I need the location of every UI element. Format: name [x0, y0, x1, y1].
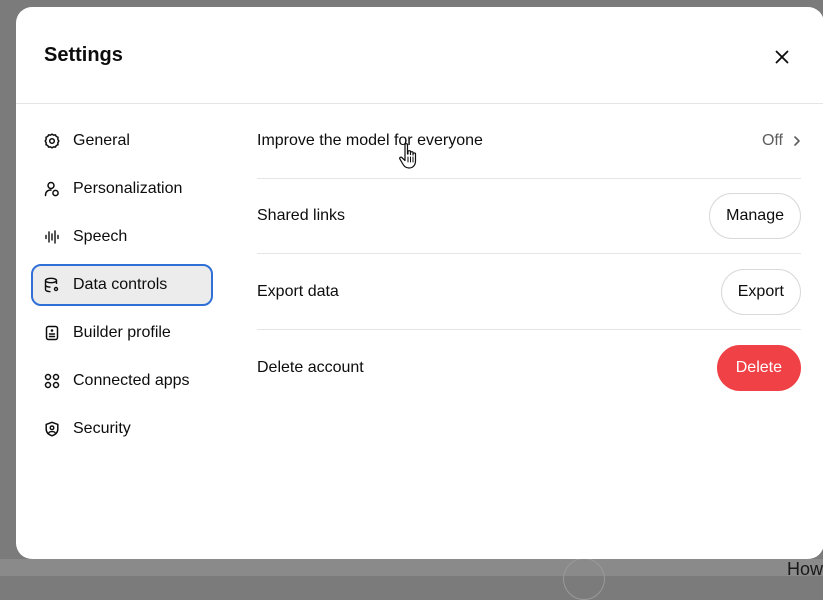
apps-grid-icon — [44, 373, 60, 389]
improve-model-toggle[interactable]: Off — [762, 132, 801, 150]
setting-row-export-data: Export data Export — [257, 254, 801, 330]
gear-icon — [44, 133, 60, 149]
sidebar-item-personalization[interactable]: Personalization — [33, 170, 211, 208]
manage-button[interactable]: Manage — [709, 193, 801, 239]
sidebar-item-general[interactable]: General — [33, 122, 211, 160]
setting-label: Shared links — [257, 207, 346, 224]
sidebar-item-builder-profile[interactable]: Builder profile — [33, 314, 211, 352]
personalization-icon — [44, 181, 60, 197]
settings-dialog: Settings General Personalization Speech … — [16, 7, 823, 559]
close-button[interactable] — [768, 43, 796, 71]
background-text: How — [786, 559, 823, 579]
profile-card-icon — [44, 325, 60, 341]
settings-sidebar: General Personalization Speech Data cont… — [31, 122, 213, 458]
setting-row-delete-account: Delete account Delete — [257, 330, 801, 405]
setting-value: Off — [761, 132, 783, 149]
background-page — [0, 559, 823, 576]
waveform-icon — [44, 229, 60, 245]
dialog-title: Settings — [44, 44, 123, 66]
sidebar-item-label: General — [73, 132, 130, 149]
sidebar-item-label: Connected apps — [73, 372, 190, 389]
sidebar-item-label: Speech — [73, 228, 128, 245]
data-controls-panel: Improve the model for everyone Off Share… — [257, 104, 801, 405]
background-button — [563, 558, 605, 600]
chevron-right-icon — [793, 135, 801, 147]
setting-row-improve-model[interactable]: Improve the model for everyone Off — [257, 104, 801, 179]
sidebar-item-label: Personalization — [73, 180, 183, 197]
close-icon — [775, 50, 789, 64]
sidebar-item-label: Data controls — [73, 276, 168, 293]
setting-label: Export data — [257, 282, 339, 300]
database-icon — [44, 277, 60, 293]
export-button[interactable]: Export — [720, 268, 801, 315]
sidebar-item-data-controls[interactable]: Data controls — [31, 264, 213, 306]
dialog-header: Settings — [16, 7, 823, 104]
setting-row-shared-links: Shared links Manage — [257, 179, 801, 254]
shield-icon — [44, 421, 60, 437]
sidebar-item-security[interactable]: Security — [33, 410, 211, 448]
sidebar-item-label: Builder profile — [73, 324, 171, 341]
sidebar-item-speech[interactable]: Speech — [33, 218, 211, 256]
delete-button[interactable]: Delete — [716, 344, 801, 391]
sidebar-item-connected-apps[interactable]: Connected apps — [33, 362, 211, 400]
setting-label: Improve the model for everyone — [257, 132, 483, 149]
setting-label: Delete account — [257, 358, 364, 376]
sidebar-item-label: Security — [73, 420, 131, 437]
